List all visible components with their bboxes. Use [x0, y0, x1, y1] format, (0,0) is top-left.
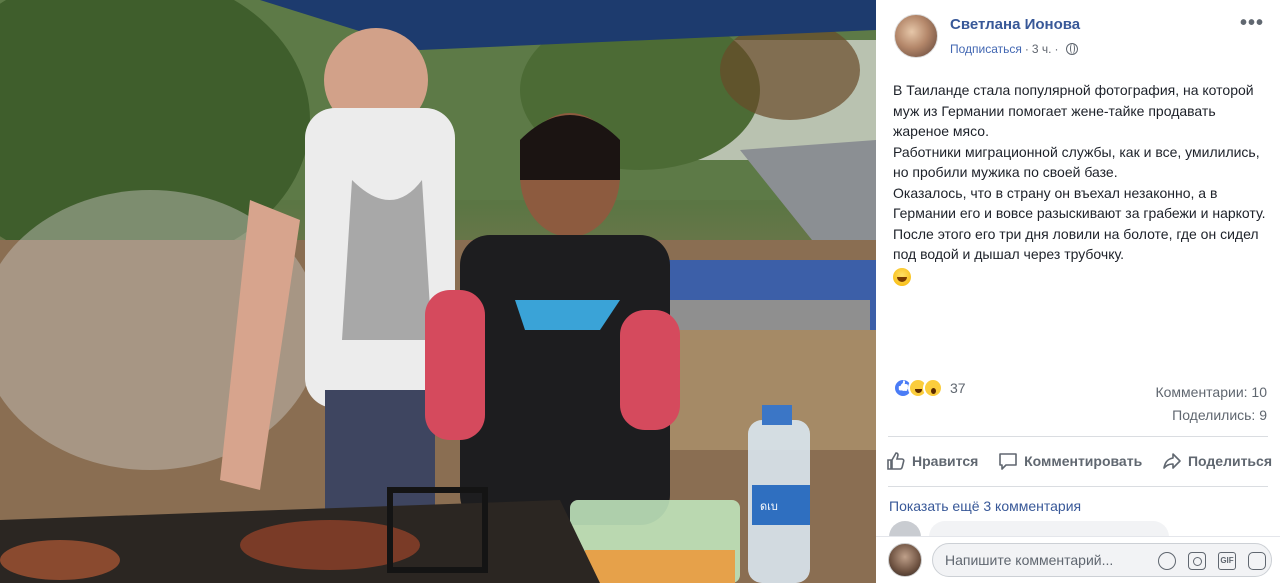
post-paragraph: Работники миграционной службы, как и все…: [893, 143, 1260, 181]
composer-icons: GIF: [1158, 552, 1266, 570]
post-header: Светлана Ионова Подписаться · 3 ч. · •••: [876, 0, 1280, 70]
sticker-icon[interactable]: [1248, 552, 1266, 570]
divider: [888, 486, 1268, 487]
author-avatar[interactable]: [894, 14, 938, 58]
reaction-count: 37: [950, 380, 966, 396]
comment-avatar: [889, 521, 921, 537]
more-icon[interactable]: •••: [1240, 12, 1264, 35]
comment-bubble: [929, 521, 1169, 537]
like-label: Нравится: [912, 453, 979, 469]
comment-preview: [889, 521, 1169, 537]
post-meta: Подписаться · 3 ч. ·: [950, 42, 1078, 56]
share-icon: [1163, 453, 1181, 469]
photo-scene: ดเบ: [0, 0, 876, 583]
comment-placeholder: Напишите комментарий...: [945, 552, 1114, 568]
post-paragraph: После этого его три дня ловили на болоте…: [893, 225, 1259, 263]
emoji-icon[interactable]: [1158, 552, 1176, 570]
share-button[interactable]: Поделиться: [1160, 447, 1274, 475]
meta-separator: ·: [1024, 42, 1029, 56]
gif-icon[interactable]: GIF: [1218, 552, 1236, 570]
shares-count[interactable]: Поделились: 9: [1155, 404, 1267, 427]
post-photo[interactable]: ดเบ: [0, 0, 876, 583]
comments-count[interactable]: Комментарии: 10: [1155, 381, 1267, 404]
author-name[interactable]: Светлана Ионова: [950, 16, 1080, 33]
post-stats: Комментарии: 10 Поделились: 9: [1155, 381, 1267, 427]
post-panel: Светлана Ионова Подписаться · 3 ч. · •••…: [876, 0, 1280, 583]
post-text: В Таиланде стала популярной фотография, …: [893, 80, 1271, 291]
post-paragraph: Оказалось, что в страну он въехал незако…: [893, 184, 1266, 222]
reactions-summary[interactable]: 37: [893, 378, 966, 398]
comment-button[interactable]: Комментировать: [996, 447, 1144, 475]
like-button[interactable]: Нравится: [884, 447, 980, 475]
subscribe-link[interactable]: Подписаться: [950, 42, 1022, 56]
comment-composer: Напишите комментарий... GIF: [876, 536, 1280, 583]
show-more-comments-link[interactable]: Показать ещё 3 комментария: [889, 498, 1081, 514]
current-user-avatar: [888, 543, 922, 577]
thumbs-up-icon: [887, 452, 905, 470]
globe-icon[interactable]: [1065, 43, 1078, 55]
share-label: Поделиться: [1187, 453, 1272, 469]
meta-separator-2: ·: [1054, 42, 1059, 56]
camera-icon[interactable]: [1188, 552, 1206, 570]
action-bar: Нравится Комментировать Поделиться: [884, 445, 1274, 477]
post-paragraph: В Таиланде стала популярной фотография, …: [893, 82, 1254, 139]
wow-reaction-icon: [923, 378, 943, 398]
bottle-label: ดเบ: [760, 500, 778, 513]
post-time[interactable]: 3 ч.: [1032, 42, 1052, 56]
divider: [888, 436, 1268, 437]
comment-label: Комментировать: [1024, 453, 1143, 469]
comment-icon: [999, 453, 1017, 470]
grinning-emoji-icon: [893, 267, 911, 286]
